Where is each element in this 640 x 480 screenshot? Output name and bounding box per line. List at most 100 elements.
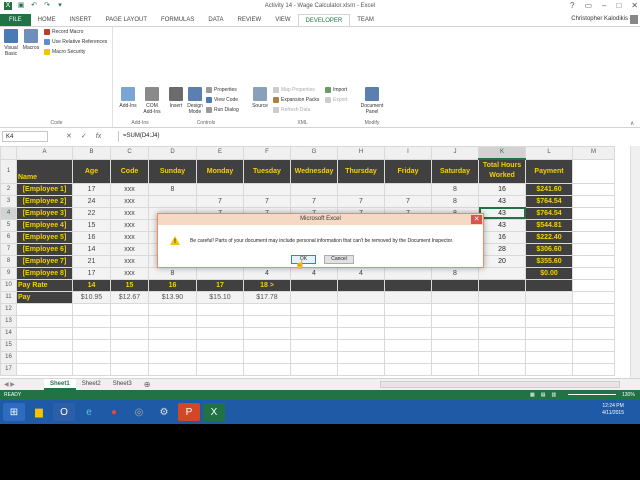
cell[interactable] [290,314,338,328]
column-header[interactable]: J [431,146,479,160]
cell[interactable] [431,350,479,364]
payment-cell[interactable]: $0.00 [525,266,573,280]
header-cell[interactable]: Sunday [148,158,197,184]
avatar[interactable] [630,15,638,24]
cell[interactable] [16,302,73,316]
relative-references-button[interactable]: Use Relative References [44,39,107,45]
record-macro-button[interactable]: Record Macro [44,29,83,35]
cell[interactable] [148,350,197,364]
pay-rate-cell[interactable]: 16 [148,278,197,292]
row-header[interactable]: 1 [0,158,17,184]
cell[interactable] [572,290,615,304]
pay-rate-cell[interactable]: 14 [72,278,111,292]
code-cell[interactable]: xxx [110,182,149,196]
payment-cell[interactable]: $241.60 [525,182,573,196]
cell[interactable] [110,350,149,364]
column-header[interactable]: F [243,146,291,160]
cell[interactable] [431,338,479,352]
code-cell[interactable]: xxx [110,242,149,256]
system-clock[interactable]: 12:24 PM 4/11/2015 [602,403,624,417]
hours-cell[interactable]: 8 [148,182,197,196]
cell[interactable] [290,338,338,352]
column-header[interactable]: E [196,146,244,160]
dialog-close-icon[interactable]: ✕ [471,215,482,224]
document-panel-button[interactable]: Document Panel [358,87,386,115]
cell[interactable] [196,326,244,340]
row-header[interactable]: 10 [0,278,17,292]
cell[interactable] [525,290,573,304]
cell[interactable] [243,350,291,364]
page-layout-view-icon[interactable]: ▤ [541,390,546,400]
header-cell[interactable]: Wednesday [290,158,338,184]
tab-file[interactable]: FILE [0,14,31,26]
hours-cell[interactable] [243,182,291,196]
design-mode-button[interactable]: Design Mode [186,87,204,115]
cell[interactable] [110,302,149,316]
cell[interactable] [431,326,479,340]
file-explorer-icon[interactable]: ▆ [28,403,50,421]
header-cell[interactable]: Tuesday [243,158,291,184]
hours-cell[interactable]: 8 [148,266,197,280]
cell[interactable] [384,350,432,364]
column-header[interactable]: M [572,146,615,160]
cell[interactable] [243,326,291,340]
age-cell[interactable]: 24 [72,194,111,208]
code-cell[interactable]: xxx [110,266,149,280]
row-header[interactable]: 4 [0,206,17,220]
cell[interactable] [572,362,615,376]
cell[interactable] [478,278,526,292]
row-header[interactable]: 14 [0,326,17,340]
total-hours-cell[interactable]: 43 [478,206,526,220]
cell[interactable] [478,362,526,376]
outlook-icon[interactable]: O [53,403,75,421]
cell[interactable] [384,326,432,340]
import-button[interactable]: Import [325,87,347,93]
tab-review[interactable]: REVIEW [231,14,269,26]
cell[interactable] [572,278,615,292]
hours-cell[interactable]: 7 [196,194,244,208]
employee-name-cell[interactable]: [Employee 2] [16,194,73,208]
hours-cell[interactable] [384,182,432,196]
tab-insert[interactable]: INSERT [63,14,99,26]
age-cell[interactable]: 14 [72,242,111,256]
cell[interactable] [148,326,197,340]
cell[interactable] [196,302,244,316]
cell[interactable] [72,338,111,352]
new-sheet-icon[interactable]: ⊕ [138,380,151,389]
tab-home[interactable]: HOME [31,14,63,26]
cell[interactable] [525,302,573,316]
cell[interactable] [572,182,615,196]
row-header[interactable]: 11 [0,290,17,304]
cell[interactable] [572,194,615,208]
zoom-level[interactable]: 130% [622,390,635,400]
maximize-icon[interactable]: □ [616,1,621,10]
employee-name-cell[interactable]: [Employee 6] [16,242,73,256]
cell[interactable] [572,254,615,268]
cell[interactable] [72,314,111,328]
cell[interactable] [290,350,338,364]
total-hours-cell[interactable]: 43 [478,218,526,232]
page-break-view-icon[interactable]: ▥ [551,390,556,400]
employee-name-cell[interactable]: [Employee 4] [16,218,73,232]
payment-cell[interactable]: $306.60 [525,242,573,256]
cell[interactable] [148,338,197,352]
row-header[interactable]: 13 [0,314,17,328]
export-button[interactable]: Export [325,97,347,103]
macro-security-button[interactable]: Macro Security [44,49,85,55]
cell[interactable] [290,362,338,376]
hours-cell[interactable]: 4 [337,266,385,280]
cell[interactable] [572,326,615,340]
cell[interactable] [337,326,385,340]
payment-cell[interactable]: $355.60 [525,254,573,268]
name-box[interactable]: K4 [2,131,48,142]
cell[interactable] [478,290,526,304]
hours-cell[interactable]: 7 [337,194,385,208]
sheet-tab-sheet3[interactable]: Sheet3 [107,379,138,390]
employee-name-cell[interactable]: [Employee 3] [16,206,73,220]
cell[interactable] [478,338,526,352]
source-button[interactable]: Source [250,87,270,109]
hours-cell[interactable]: 8 [431,182,479,196]
pay-cell[interactable]: $10.95 [72,290,111,304]
code-cell[interactable]: xxx [110,194,149,208]
age-cell[interactable]: 22 [72,206,111,220]
